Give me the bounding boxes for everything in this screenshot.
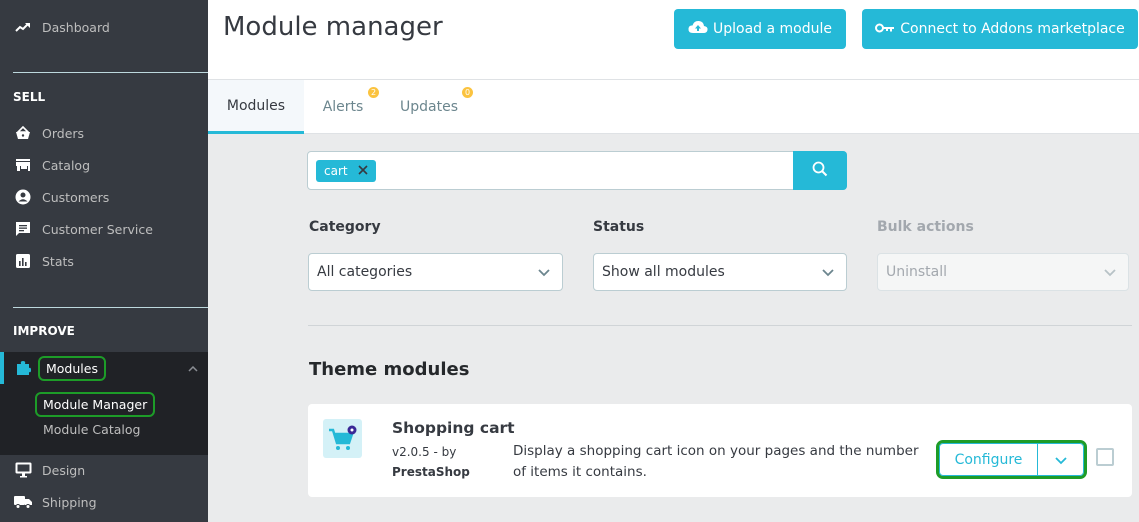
sidebar-item-label: Design — [42, 462, 86, 478]
tab-alerts[interactable]: Alerts 2 — [316, 80, 379, 134]
module-select-checkbox[interactable] — [1096, 448, 1114, 466]
sidebar-item-modules[interactable]: Modules — [0, 352, 208, 384]
status-select[interactable]: Show all modules — [593, 253, 847, 291]
bulk-actions-select-value: Uninstall — [886, 264, 948, 280]
section-title: Theme modules — [309, 359, 470, 380]
tab-bar: Modules Alerts 2 Updates 0 — [208, 80, 1139, 134]
cloud-upload-icon — [688, 20, 708, 38]
category-label: Category — [309, 219, 381, 235]
tab-updates[interactable]: Updates 0 — [394, 80, 473, 134]
puzzle-icon — [14, 359, 32, 377]
tab-label: Updates — [400, 99, 458, 115]
connect-addons-button[interactable]: Connect to Addons marketplace — [862, 9, 1138, 49]
basket-icon — [14, 124, 32, 142]
sidebar-item-label: Stats — [42, 253, 74, 269]
tab-modules[interactable]: Modules — [208, 80, 304, 134]
category-select[interactable]: All categories — [308, 253, 563, 291]
trending-up-icon — [14, 18, 32, 36]
chevron-up-icon[interactable] — [188, 362, 198, 375]
section-divider — [308, 325, 1132, 326]
category-select-value: All categories — [317, 264, 413, 280]
chevron-down-icon — [1104, 265, 1116, 281]
module-action-group: Configure — [936, 440, 1087, 479]
sidebar: Dashboard SELL Orders Catalog Customers … — [0, 0, 208, 522]
user-circle-icon — [14, 188, 32, 206]
bulk-actions-label: Bulk actions — [877, 219, 974, 235]
upload-module-label: Upload a module — [713, 21, 832, 37]
connect-addons-label: Connect to Addons marketplace — [900, 21, 1125, 37]
search-tag: cart — [316, 160, 376, 182]
chevron-down-icon — [822, 265, 834, 281]
sidebar-item-label: Customers — [42, 189, 110, 205]
page-header: Module manager Upload a module Connect t… — [208, 0, 1139, 80]
search-icon — [812, 161, 828, 181]
status-select-value: Show all modules — [602, 264, 725, 280]
sidebar-heading-sell: SELL — [13, 90, 46, 104]
module-search-input[interactable]: cart — [307, 151, 847, 190]
sidebar-item-label: Shipping — [42, 494, 97, 510]
sidebar-item-orders[interactable]: Orders — [0, 117, 208, 149]
store-icon — [14, 156, 32, 174]
sidebar-item-customer-service[interactable]: Customer Service — [0, 213, 208, 245]
tab-label: Alerts — [322, 99, 364, 115]
sidebar-item-catalog[interactable]: Catalog — [0, 149, 208, 181]
module-name: Shopping cart — [392, 419, 515, 437]
sidebar-item-label: Modules — [38, 355, 106, 381]
sidebar-item-label: Customer Service — [42, 221, 153, 237]
module-author: PrestaShop — [392, 465, 470, 479]
sidebar-heading-improve: IMPROVE — [13, 324, 75, 338]
sidebar-item-label: Catalog — [42, 157, 91, 173]
sidebar-item-customers[interactable]: Customers — [0, 181, 208, 213]
chevron-down-icon — [538, 265, 550, 281]
page-title: Module manager — [223, 12, 443, 42]
bar-chart-icon — [14, 252, 32, 270]
tab-label: Modules — [226, 97, 286, 114]
sidebar-subitem-module-catalog[interactable]: Module Catalog — [43, 422, 140, 437]
bulk-actions-select: Uninstall — [877, 253, 1129, 291]
remove-tag-icon[interactable] — [358, 163, 368, 179]
sidebar-item-stats[interactable]: Stats — [0, 245, 208, 277]
module-version: v2.0.5 - by — [392, 445, 457, 459]
alerts-badge: 2 — [368, 87, 379, 98]
shopping-cart-logo-icon — [323, 419, 362, 458]
sidebar-item-design[interactable]: Design — [0, 454, 208, 486]
module-actions-dropdown[interactable] — [1038, 444, 1083, 475]
upload-module-button[interactable]: Upload a module — [674, 9, 846, 49]
sidebar-item-dashboard[interactable]: Dashboard — [0, 11, 208, 43]
module-description: Display a shopping cart icon on your pag… — [513, 443, 919, 480]
search-tag-label: cart — [324, 164, 348, 178]
sidebar-divider — [13, 72, 208, 73]
updates-badge: 0 — [462, 87, 473, 98]
monitor-icon — [14, 461, 32, 479]
chat-icon — [14, 220, 32, 238]
sidebar-item-label: Orders — [42, 125, 85, 141]
sidebar-divider — [13, 307, 208, 308]
chevron-down-icon — [1054, 450, 1067, 469]
key-icon — [875, 21, 895, 37]
search-button[interactable] — [793, 151, 847, 190]
sidebar-item-shipping[interactable]: Shipping — [0, 486, 208, 518]
configure-button[interactable]: Configure — [940, 444, 1038, 475]
module-card: Shopping cart v2.0.5 - by PrestaShop Dis… — [308, 404, 1132, 497]
truck-icon — [14, 493, 32, 511]
sidebar-item-label: Dashboard — [42, 19, 110, 35]
status-label: Status — [593, 219, 645, 235]
sidebar-subitem-module-manager[interactable]: Module Manager — [34, 392, 156, 417]
